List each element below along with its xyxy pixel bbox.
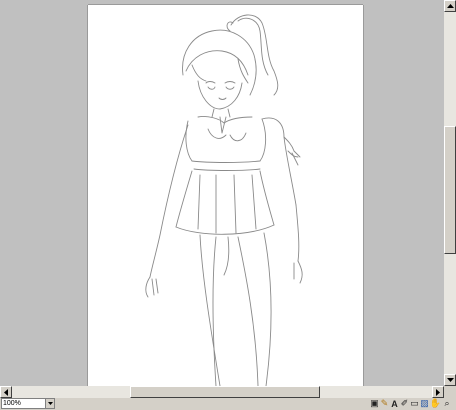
text-icon[interactable]: A — [390, 398, 399, 409]
eraser-icon[interactable]: ▭ — [410, 398, 419, 409]
zoom-select[interactable]: 100% — [1, 398, 55, 409]
image-icon[interactable]: ▨ — [420, 398, 429, 409]
vertical-scroll-thumb[interactable] — [444, 126, 456, 254]
layer-icon[interactable]: ▣ — [370, 398, 379, 409]
chevron-down-icon[interactable] — [45, 399, 54, 408]
scroll-right-button[interactable] — [432, 386, 444, 398]
vertical-scrollbar[interactable] — [444, 0, 456, 386]
scroll-down-button[interactable] — [444, 374, 456, 386]
arrow-down-icon — [446, 378, 454, 382]
arrow-up-icon — [446, 4, 454, 8]
pen-icon[interactable]: ✐ — [400, 398, 409, 409]
drawing-canvas[interactable] — [88, 5, 363, 386]
scroll-left-button[interactable] — [0, 386, 12, 398]
horizontal-scroll-thumb[interactable] — [130, 386, 320, 398]
arrow-left-icon — [4, 388, 8, 396]
hand-icon[interactable]: ✋ — [430, 398, 441, 409]
canvas-viewport[interactable] — [0, 0, 445, 386]
scrollbar-corner — [444, 386, 456, 398]
brush-icon[interactable]: ✎ — [380, 398, 389, 409]
zoom-icon[interactable]: ⌕ — [442, 398, 452, 409]
zoom-value: 100% — [3, 400, 21, 407]
arrow-right-icon — [436, 388, 440, 396]
horizontal-scrollbar[interactable] — [0, 386, 444, 398]
status-bar: 100% ▣ ✎ A ✐ ▭ ▨ ✋ ⌕ — [0, 398, 456, 410]
scroll-up-button[interactable] — [444, 0, 456, 12]
sketch-artwork — [145, 14, 303, 386]
